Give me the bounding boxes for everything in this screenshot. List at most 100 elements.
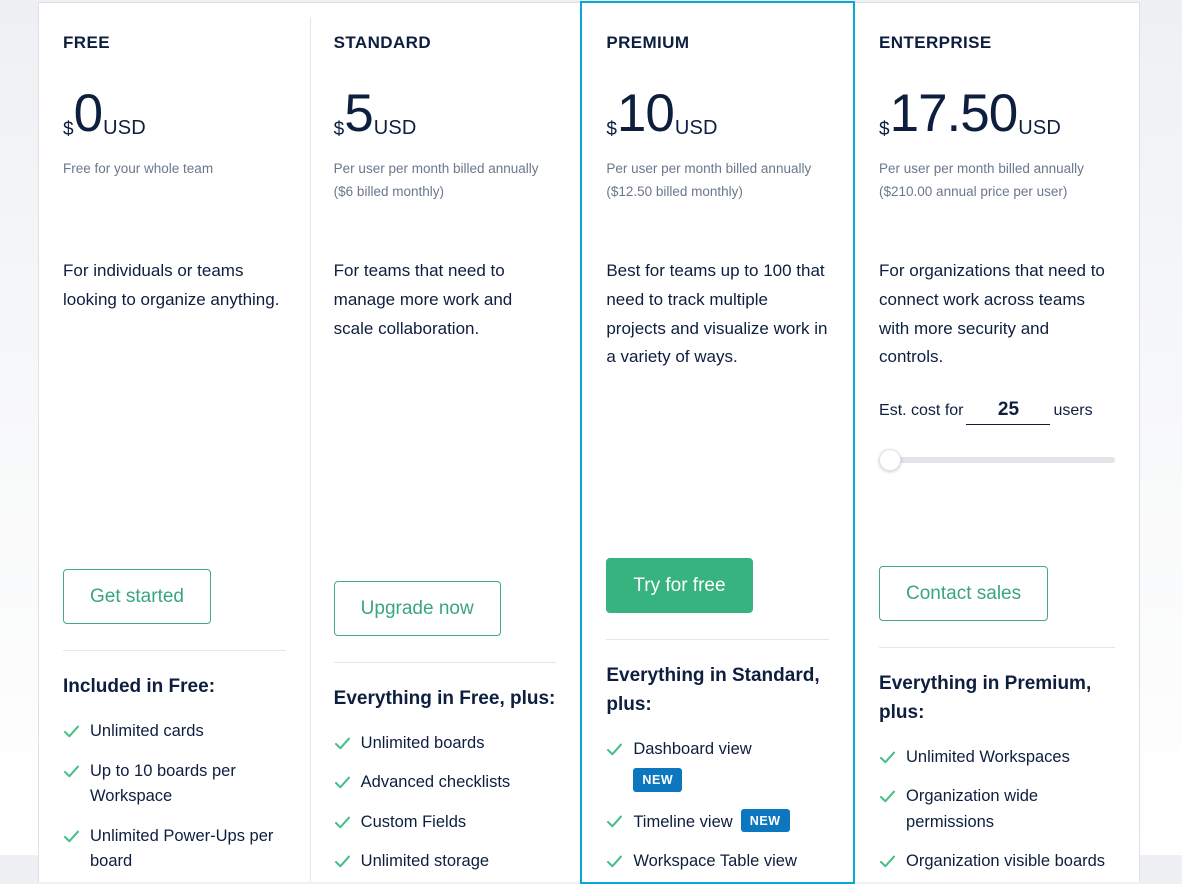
feature-item: Unlimited Power-Ups per board bbox=[63, 817, 286, 882]
plan-card-enterprise: ENTERPRISE $17.50 USD Per user per month bi… bbox=[855, 3, 1140, 882]
feature-text: Unlimited cards bbox=[90, 722, 204, 741]
price-amount: 17.50 bbox=[889, 84, 1019, 143]
feature-item: Custom Fields bbox=[334, 803, 557, 843]
feature-label: Unlimited cards bbox=[90, 719, 286, 745]
slider-thumb[interactable] bbox=[879, 449, 902, 472]
feature-label: Workspace Table view bbox=[633, 849, 829, 875]
estimator-label: Est. cost for users bbox=[879, 394, 1115, 428]
feature-item: Workspace Table view bbox=[606, 842, 829, 882]
price-currency-symbol: $ bbox=[333, 119, 345, 140]
plan-name: STANDARD bbox=[333, 33, 431, 52]
check-icon bbox=[879, 853, 896, 870]
feature-divider bbox=[333, 661, 557, 663]
price-currency-code: USD bbox=[674, 117, 718, 139]
price-note: Free for your whole team bbox=[63, 161, 214, 176]
estimator-label-after: users bbox=[1053, 401, 1093, 419]
new-badge: NEW bbox=[633, 768, 683, 792]
feature-item: Organization wide permissions bbox=[879, 777, 1115, 842]
features-heading: Everything in Free, plus: bbox=[333, 687, 556, 709]
price-currency-symbol: $ bbox=[63, 119, 74, 140]
feature-label: Timeline view NEW bbox=[633, 808, 829, 836]
cta-zone: Contact sales bbox=[879, 566, 1115, 647]
feature-item: Unlimited storage bbox=[334, 842, 557, 882]
feature-text: Unlimited Power-Ups per board bbox=[90, 826, 274, 871]
feature-item: Advanced checklists bbox=[334, 763, 557, 803]
plan-description: For individuals or teams looking to orga… bbox=[63, 261, 280, 309]
price-currency-symbol: $ bbox=[879, 119, 890, 140]
feature-label: Up to 10 boards per Workspace bbox=[90, 759, 286, 810]
price-currency-symbol: $ bbox=[606, 119, 617, 140]
features-heading: Everything in Standard, plus: bbox=[606, 665, 820, 715]
feature-text: Timeline view bbox=[633, 812, 733, 831]
check-icon bbox=[63, 828, 80, 845]
plan-card-premium: PREMIUM $10 USD Per user per month billed a… bbox=[580, 1, 856, 884]
feature-label: Unlimited Power-Ups per board bbox=[90, 824, 286, 875]
user-count-input[interactable] bbox=[966, 398, 1051, 425]
plan-price: $5 USD bbox=[334, 87, 557, 143]
plan-price: $0 USD bbox=[63, 87, 286, 143]
plan-card-standard: STANDARD $5 USD Per user per month billed a… bbox=[309, 3, 581, 882]
price-note: Per user per month billed annually ($210… bbox=[879, 161, 1084, 200]
cta-zone: Get started bbox=[63, 569, 286, 650]
feature-item: Unlimited cards bbox=[63, 712, 286, 752]
feature-text: Organization visible boards bbox=[906, 852, 1106, 871]
check-icon bbox=[606, 813, 623, 830]
cost-estimator: Est. cost for users bbox=[879, 394, 1116, 472]
feature-label: Unlimited boards bbox=[361, 731, 557, 757]
price-amount: 5 bbox=[344, 84, 374, 143]
feature-label: Advanced checklists bbox=[361, 770, 557, 796]
feature-text: Unlimited storage bbox=[360, 852, 490, 871]
plan-card-free: FREE $0 USD Free for your whole team For ind… bbox=[39, 3, 310, 882]
cta-zone: Try for free bbox=[606, 558, 829, 639]
feature-list: Unlimited Workspaces Organization wide pe… bbox=[879, 738, 1115, 882]
user-count-slider[interactable] bbox=[879, 449, 1116, 472]
check-icon bbox=[334, 853, 351, 870]
feature-divider bbox=[63, 650, 286, 652]
feature-list: Unlimited boards Advanced checklists Custo… bbox=[334, 724, 557, 882]
check-icon bbox=[334, 735, 351, 752]
feature-text: Dashboard view bbox=[633, 739, 752, 758]
feature-list: Dashboard view NEW Timeline view NEW Workspa… bbox=[606, 730, 829, 882]
price-currency-code: USD bbox=[103, 117, 146, 139]
features-heading: Included in Free: bbox=[63, 676, 216, 698]
check-icon bbox=[879, 749, 896, 766]
plan-description: For organizations that need to connect w… bbox=[879, 261, 1105, 367]
feature-label: Dashboard view NEW bbox=[633, 737, 829, 795]
features-heading: Everything in Premium, plus: bbox=[879, 673, 1092, 723]
plan-description: Best for teams up to 100 that need to tr… bbox=[606, 261, 828, 367]
plan-price: $17.50 USD bbox=[879, 87, 1115, 143]
feature-text: Custom Fields bbox=[360, 812, 467, 831]
price-note: Per user per month billed annually ($6 b… bbox=[333, 161, 539, 200]
feature-label: Organization visible boards bbox=[906, 849, 1115, 875]
check-icon bbox=[334, 814, 351, 831]
feature-text: Workspace Table view bbox=[633, 852, 797, 871]
check-icon bbox=[606, 741, 623, 758]
check-icon bbox=[879, 788, 896, 805]
feature-divider bbox=[879, 647, 1116, 648]
cta-button-enterprise[interactable]: Contact sales bbox=[879, 566, 1049, 621]
plan-name: PREMIUM bbox=[606, 33, 690, 52]
feature-item: Unlimited Workspaces bbox=[879, 738, 1115, 778]
price-note: Per user per month billed annually ($12.… bbox=[606, 161, 812, 200]
plan-name: ENTERPRISE bbox=[879, 33, 992, 52]
plan-price: $10 USD bbox=[606, 87, 829, 143]
estimator-label-before: Est. cost for bbox=[879, 401, 964, 419]
feature-item: Unlimited boards bbox=[334, 724, 557, 764]
feature-label: Organization wide permissions bbox=[906, 784, 1115, 835]
cta-button-standard[interactable]: Upgrade now bbox=[333, 580, 501, 636]
plan-name: FREE bbox=[63, 33, 110, 52]
feature-text: Unlimited Workspaces bbox=[906, 747, 1070, 766]
pricing-table: FREE $0 USD Free for your whole team For ind… bbox=[38, 1, 1140, 884]
slider-track[interactable] bbox=[887, 457, 1116, 464]
feature-item: Dashboard view NEW bbox=[606, 730, 829, 802]
check-icon bbox=[63, 763, 80, 780]
feature-item: Up to 10 boards per Workspace bbox=[63, 752, 286, 817]
feature-text: Advanced checklists bbox=[360, 773, 511, 792]
feature-item: Organization visible boards bbox=[879, 842, 1115, 882]
cta-button-premium[interactable]: Try for free bbox=[606, 558, 753, 613]
cta-button-free[interactable]: Get started bbox=[63, 569, 211, 625]
price-currency-code: USD bbox=[373, 117, 417, 139]
check-icon bbox=[606, 853, 623, 870]
feature-text: Up to 10 boards per Workspace bbox=[90, 761, 236, 806]
feature-label: Unlimited Workspaces bbox=[906, 745, 1115, 771]
